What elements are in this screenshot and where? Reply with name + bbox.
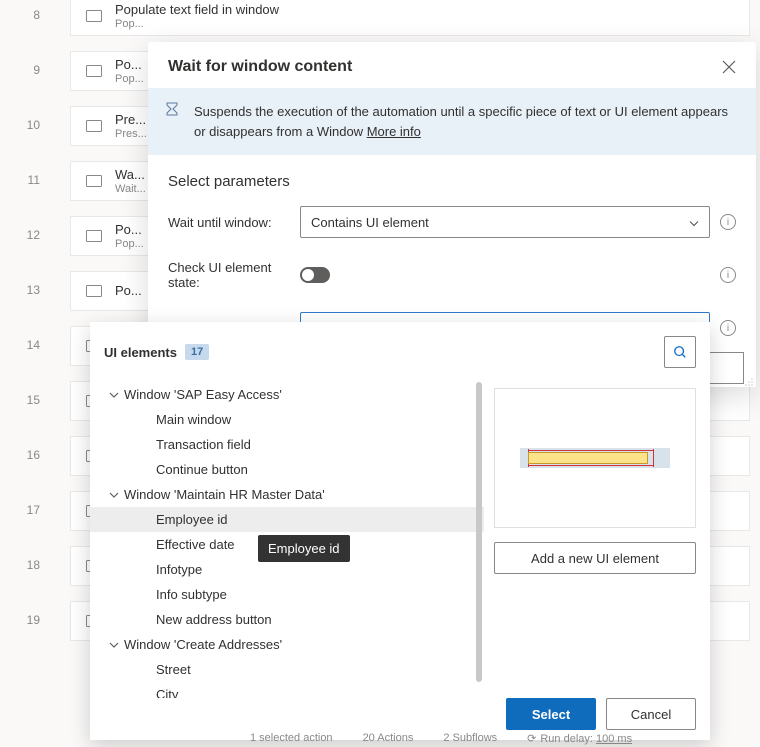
- tree-item-label: City: [156, 687, 178, 698]
- action-icon: [85, 229, 103, 243]
- tree-scrollbar[interactable]: [476, 382, 482, 682]
- step-number: 15: [0, 393, 40, 407]
- info-icon[interactable]: i: [720, 214, 736, 230]
- action-title: Po...: [115, 222, 144, 238]
- tree-item-label: Info subtype: [156, 587, 227, 602]
- resize-grip[interactable]: [744, 375, 754, 385]
- chevron-down-icon[interactable]: [108, 392, 120, 398]
- tree-item[interactable]: City: [90, 682, 484, 698]
- action-title: Po...: [115, 57, 144, 73]
- tree-item[interactable]: Window 'Maintain HR Master Data': [90, 482, 484, 507]
- tree-item-label: Main window: [156, 412, 231, 427]
- action-title: Pre...: [115, 112, 147, 128]
- wait-until-value: Contains UI element: [311, 215, 429, 230]
- wait-until-select[interactable]: Contains UI element: [300, 206, 710, 238]
- tree-item[interactable]: Employee id: [90, 507, 484, 532]
- action-subtitle: Wait...: [115, 183, 146, 196]
- tree-item[interactable]: Info subtype: [90, 582, 484, 607]
- step-number: 17: [0, 503, 40, 517]
- step-number: 8: [0, 8, 40, 22]
- tree-item-label: Window 'SAP Easy Access': [124, 387, 282, 402]
- select-parameters-heading: Select parameters: [168, 173, 736, 190]
- tree-item-label: Effective date: [156, 537, 235, 552]
- info-icon[interactable]: i: [720, 267, 736, 283]
- tree-item[interactable]: Street: [90, 657, 484, 682]
- cancel-button[interactable]: Cancel: [606, 698, 696, 730]
- status-selected: 1 selected action: [250, 732, 333, 744]
- tree-item-label: Employee id: [156, 512, 228, 527]
- tree-item-label: New address button: [156, 612, 272, 627]
- action-title: Wa...: [115, 167, 146, 183]
- action-icon: [85, 119, 103, 133]
- tree-item-tooltip: Employee id: [258, 535, 350, 562]
- wait-until-label: Wait until window:: [168, 215, 300, 230]
- search-button[interactable]: [664, 336, 696, 368]
- step-number: 14: [0, 338, 40, 352]
- step-number: 12: [0, 228, 40, 242]
- status-actions: 20 Actions: [363, 732, 414, 744]
- tree-item-label: Infotype: [156, 562, 202, 577]
- tree-item-label: Window 'Create Addresses': [124, 637, 282, 652]
- action-title: Populate text field in window: [115, 2, 279, 18]
- step-number: 10: [0, 118, 40, 132]
- ui-elements-heading: UI elements: [104, 345, 177, 360]
- action-icon: [85, 9, 103, 23]
- select-button[interactable]: Select: [506, 698, 596, 730]
- action-subtitle: Pop...: [115, 18, 279, 31]
- dialog-title: Wait for window content: [168, 58, 722, 76]
- tree-item[interactable]: Window 'Create Addresses': [90, 632, 484, 657]
- tree-item[interactable]: Main window: [90, 407, 484, 432]
- chevron-down-icon: [689, 215, 699, 230]
- step-number: 9: [0, 63, 40, 77]
- hourglass-icon: [164, 102, 180, 124]
- action-title: Po...: [115, 283, 142, 299]
- tree-item-label: Window 'Maintain HR Master Data': [124, 487, 325, 502]
- action-subtitle: Pop...: [115, 73, 144, 86]
- chevron-down-icon[interactable]: [108, 642, 120, 648]
- chevron-down-icon[interactable]: [108, 492, 120, 498]
- search-icon: [673, 345, 687, 359]
- step-number: 11: [0, 173, 40, 187]
- status-bar: 1 selected action 20 Actions 2 Subflows …: [0, 730, 760, 746]
- action-subtitle: Pres...: [115, 128, 147, 141]
- info-banner: Suspends the execution of the automation…: [148, 88, 756, 155]
- tree-item[interactable]: Continue button: [90, 457, 484, 482]
- tree-item-label: Transaction field: [156, 437, 251, 452]
- flow-action-row[interactable]: Populate text field in windowPop...: [70, 0, 750, 36]
- tree-item-label: Continue button: [156, 462, 248, 477]
- tree-item[interactable]: Transaction field: [90, 432, 484, 457]
- tree-item-label: Street: [156, 662, 191, 677]
- step-number: 13: [0, 283, 40, 297]
- status-delay: ⟳Run delay: 100 ms: [527, 732, 632, 745]
- close-icon[interactable]: [722, 60, 736, 74]
- step-number: 18: [0, 558, 40, 572]
- check-state-toggle[interactable]: [300, 267, 330, 283]
- step-number: 16: [0, 448, 40, 462]
- status-subflows: 2 Subflows: [443, 732, 497, 744]
- action-icon: [85, 64, 103, 78]
- info-icon[interactable]: i: [720, 320, 736, 336]
- action-icon: [85, 174, 103, 188]
- step-number: 19: [0, 613, 40, 627]
- tree-item[interactable]: New address button: [90, 607, 484, 632]
- ui-elements-count-badge: 17: [185, 344, 209, 360]
- element-preview: [494, 388, 696, 528]
- add-ui-element-button[interactable]: Add a new UI element: [494, 542, 696, 574]
- banner-text: Suspends the execution of the automation…: [194, 104, 728, 139]
- ui-elements-dropdown: UI elements 17 Window 'SAP Easy Access' M…: [90, 322, 710, 740]
- tree-item[interactable]: Window 'SAP Easy Access': [90, 382, 484, 407]
- more-info-link[interactable]: More info: [367, 124, 421, 139]
- action-subtitle: Pop...: [115, 238, 144, 251]
- check-state-label: Check UI element state:: [168, 260, 300, 290]
- action-icon: [85, 284, 103, 298]
